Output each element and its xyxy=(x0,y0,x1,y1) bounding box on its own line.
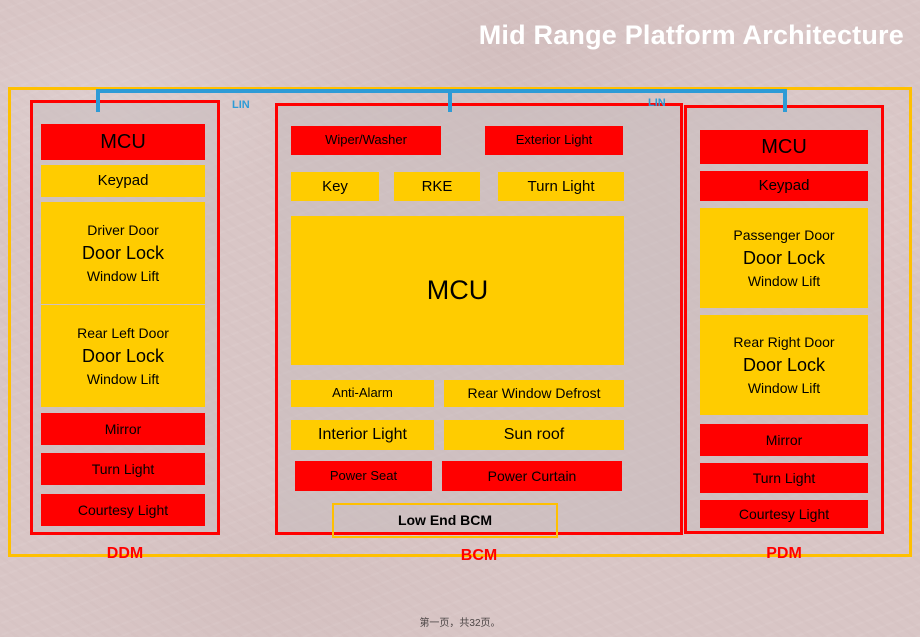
cell-label: Rear Right Door xyxy=(733,333,835,350)
cell-label: Driver Door xyxy=(87,221,159,238)
cell-label: Turn Light xyxy=(752,469,816,486)
cell-bcm-power-curtain[interactable]: Power Curtain xyxy=(442,461,622,491)
cell-label: Rear Window Defrost xyxy=(467,385,601,402)
cell-ddm-turn-light[interactable]: Turn Light xyxy=(41,453,205,485)
lin-bus-left xyxy=(96,89,452,93)
cell-bcm-anti-alarm[interactable]: Anti-Alarm xyxy=(291,380,434,407)
cell-label: MCU xyxy=(761,135,807,158)
cell-label: Door Lock xyxy=(81,345,165,366)
cell-pdm-mirror[interactable]: Mirror xyxy=(700,424,868,456)
cell-label: Key xyxy=(322,177,348,195)
cell-ddm-keypad[interactable]: Keypad xyxy=(41,165,205,197)
cell-bcm-wiper-washer[interactable]: Wiper/Washer xyxy=(291,126,441,155)
cell-label: Power Seat xyxy=(329,467,398,483)
page-title: Mid Range Platform Architecture xyxy=(478,20,904,50)
lin-label-left: LIN xyxy=(232,99,250,111)
cell-label: Door Lock xyxy=(81,242,165,263)
cell-label: Rear Left Door xyxy=(77,324,169,341)
cell-label: Exterior Light xyxy=(515,132,593,148)
cell-bcm-mcu[interactable]: MCU xyxy=(291,216,624,365)
cell-label: Window Lift xyxy=(86,371,160,388)
cell-label: Mirror xyxy=(765,431,803,448)
cell-label: Keypad xyxy=(97,172,149,190)
cell-label: Low End BCM xyxy=(397,512,493,529)
lin-stub-pdm xyxy=(783,89,787,112)
cell-label: Passenger Door xyxy=(733,226,835,243)
slide-footer: 第一页，共32页。 xyxy=(419,618,501,629)
cell-ddm-driver-door[interactable]: Driver Door Door Lock Window Lift xyxy=(41,202,205,304)
cell-pdm-mcu[interactable]: MCU xyxy=(700,130,868,164)
cell-label: Turn Light xyxy=(527,177,595,195)
cell-label: Turn Light xyxy=(91,460,155,477)
cell-label: Door Lock xyxy=(742,354,826,375)
cell-label: Window Lift xyxy=(747,380,821,397)
cell-label: MCU xyxy=(426,274,489,305)
lin-label-right: LIN xyxy=(648,97,666,109)
cell-bcm-low-end-bcm[interactable]: Low End BCM xyxy=(332,503,558,538)
module-label-bcm: BCM xyxy=(460,547,498,564)
slide-canvas: Mid Range Platform Architecture LIN LIN … xyxy=(0,0,920,637)
cell-bcm-interior-light[interactable]: Interior Light xyxy=(291,420,434,450)
lin-stub-ddm xyxy=(96,89,100,112)
cell-label: Window Lift xyxy=(747,273,821,290)
cell-bcm-sun-roof[interactable]: Sun roof xyxy=(444,420,624,450)
lin-bus-right xyxy=(448,89,787,93)
cell-label: RKE xyxy=(421,177,453,195)
module-label-ddm: DDM xyxy=(106,545,144,562)
cell-ddm-mirror[interactable]: Mirror xyxy=(41,413,205,445)
cell-label: Courtesy Light xyxy=(738,505,830,522)
cell-bcm-exterior-light[interactable]: Exterior Light xyxy=(485,126,623,155)
cell-pdm-passenger-door[interactable]: Passenger Door Door Lock Window Lift xyxy=(700,208,868,308)
cell-label: Mirror xyxy=(104,420,142,437)
cell-label: Keypad xyxy=(758,177,810,195)
cell-bcm-rear-window-defrost[interactable]: Rear Window Defrost xyxy=(444,380,624,407)
cell-label: Anti-Alarm xyxy=(332,385,393,401)
cell-label: Window Lift xyxy=(86,268,160,285)
module-label-pdm: PDM xyxy=(766,545,802,562)
cell-ddm-rear-left-door[interactable]: Rear Left Door Door Lock Window Lift xyxy=(41,305,205,407)
cell-label: MCU xyxy=(100,130,146,153)
cell-label: Wiper/Washer xyxy=(325,132,407,148)
cell-pdm-rear-right-door[interactable]: Rear Right Door Door Lock Window Lift xyxy=(700,315,868,415)
cell-pdm-keypad[interactable]: Keypad xyxy=(700,171,868,201)
cell-pdm-courtesy-light[interactable]: Courtesy Light xyxy=(700,500,868,528)
cell-bcm-key[interactable]: Key xyxy=(291,172,379,201)
cell-label: Door Lock xyxy=(742,247,826,268)
cell-bcm-turn-light[interactable]: Turn Light xyxy=(498,172,624,201)
cell-bcm-rke[interactable]: RKE xyxy=(394,172,480,201)
cell-pdm-turn-light[interactable]: Turn Light xyxy=(700,463,868,493)
cell-label: Interior Light xyxy=(318,426,407,444)
cell-ddm-mcu[interactable]: MCU xyxy=(41,124,205,160)
cell-label: Sun roof xyxy=(503,426,565,444)
cell-bcm-power-seat[interactable]: Power Seat xyxy=(295,461,432,491)
cell-label: Power Curtain xyxy=(487,467,577,484)
cell-ddm-courtesy-light[interactable]: Courtesy Light xyxy=(41,494,205,526)
cell-label: Courtesy Light xyxy=(77,501,169,518)
